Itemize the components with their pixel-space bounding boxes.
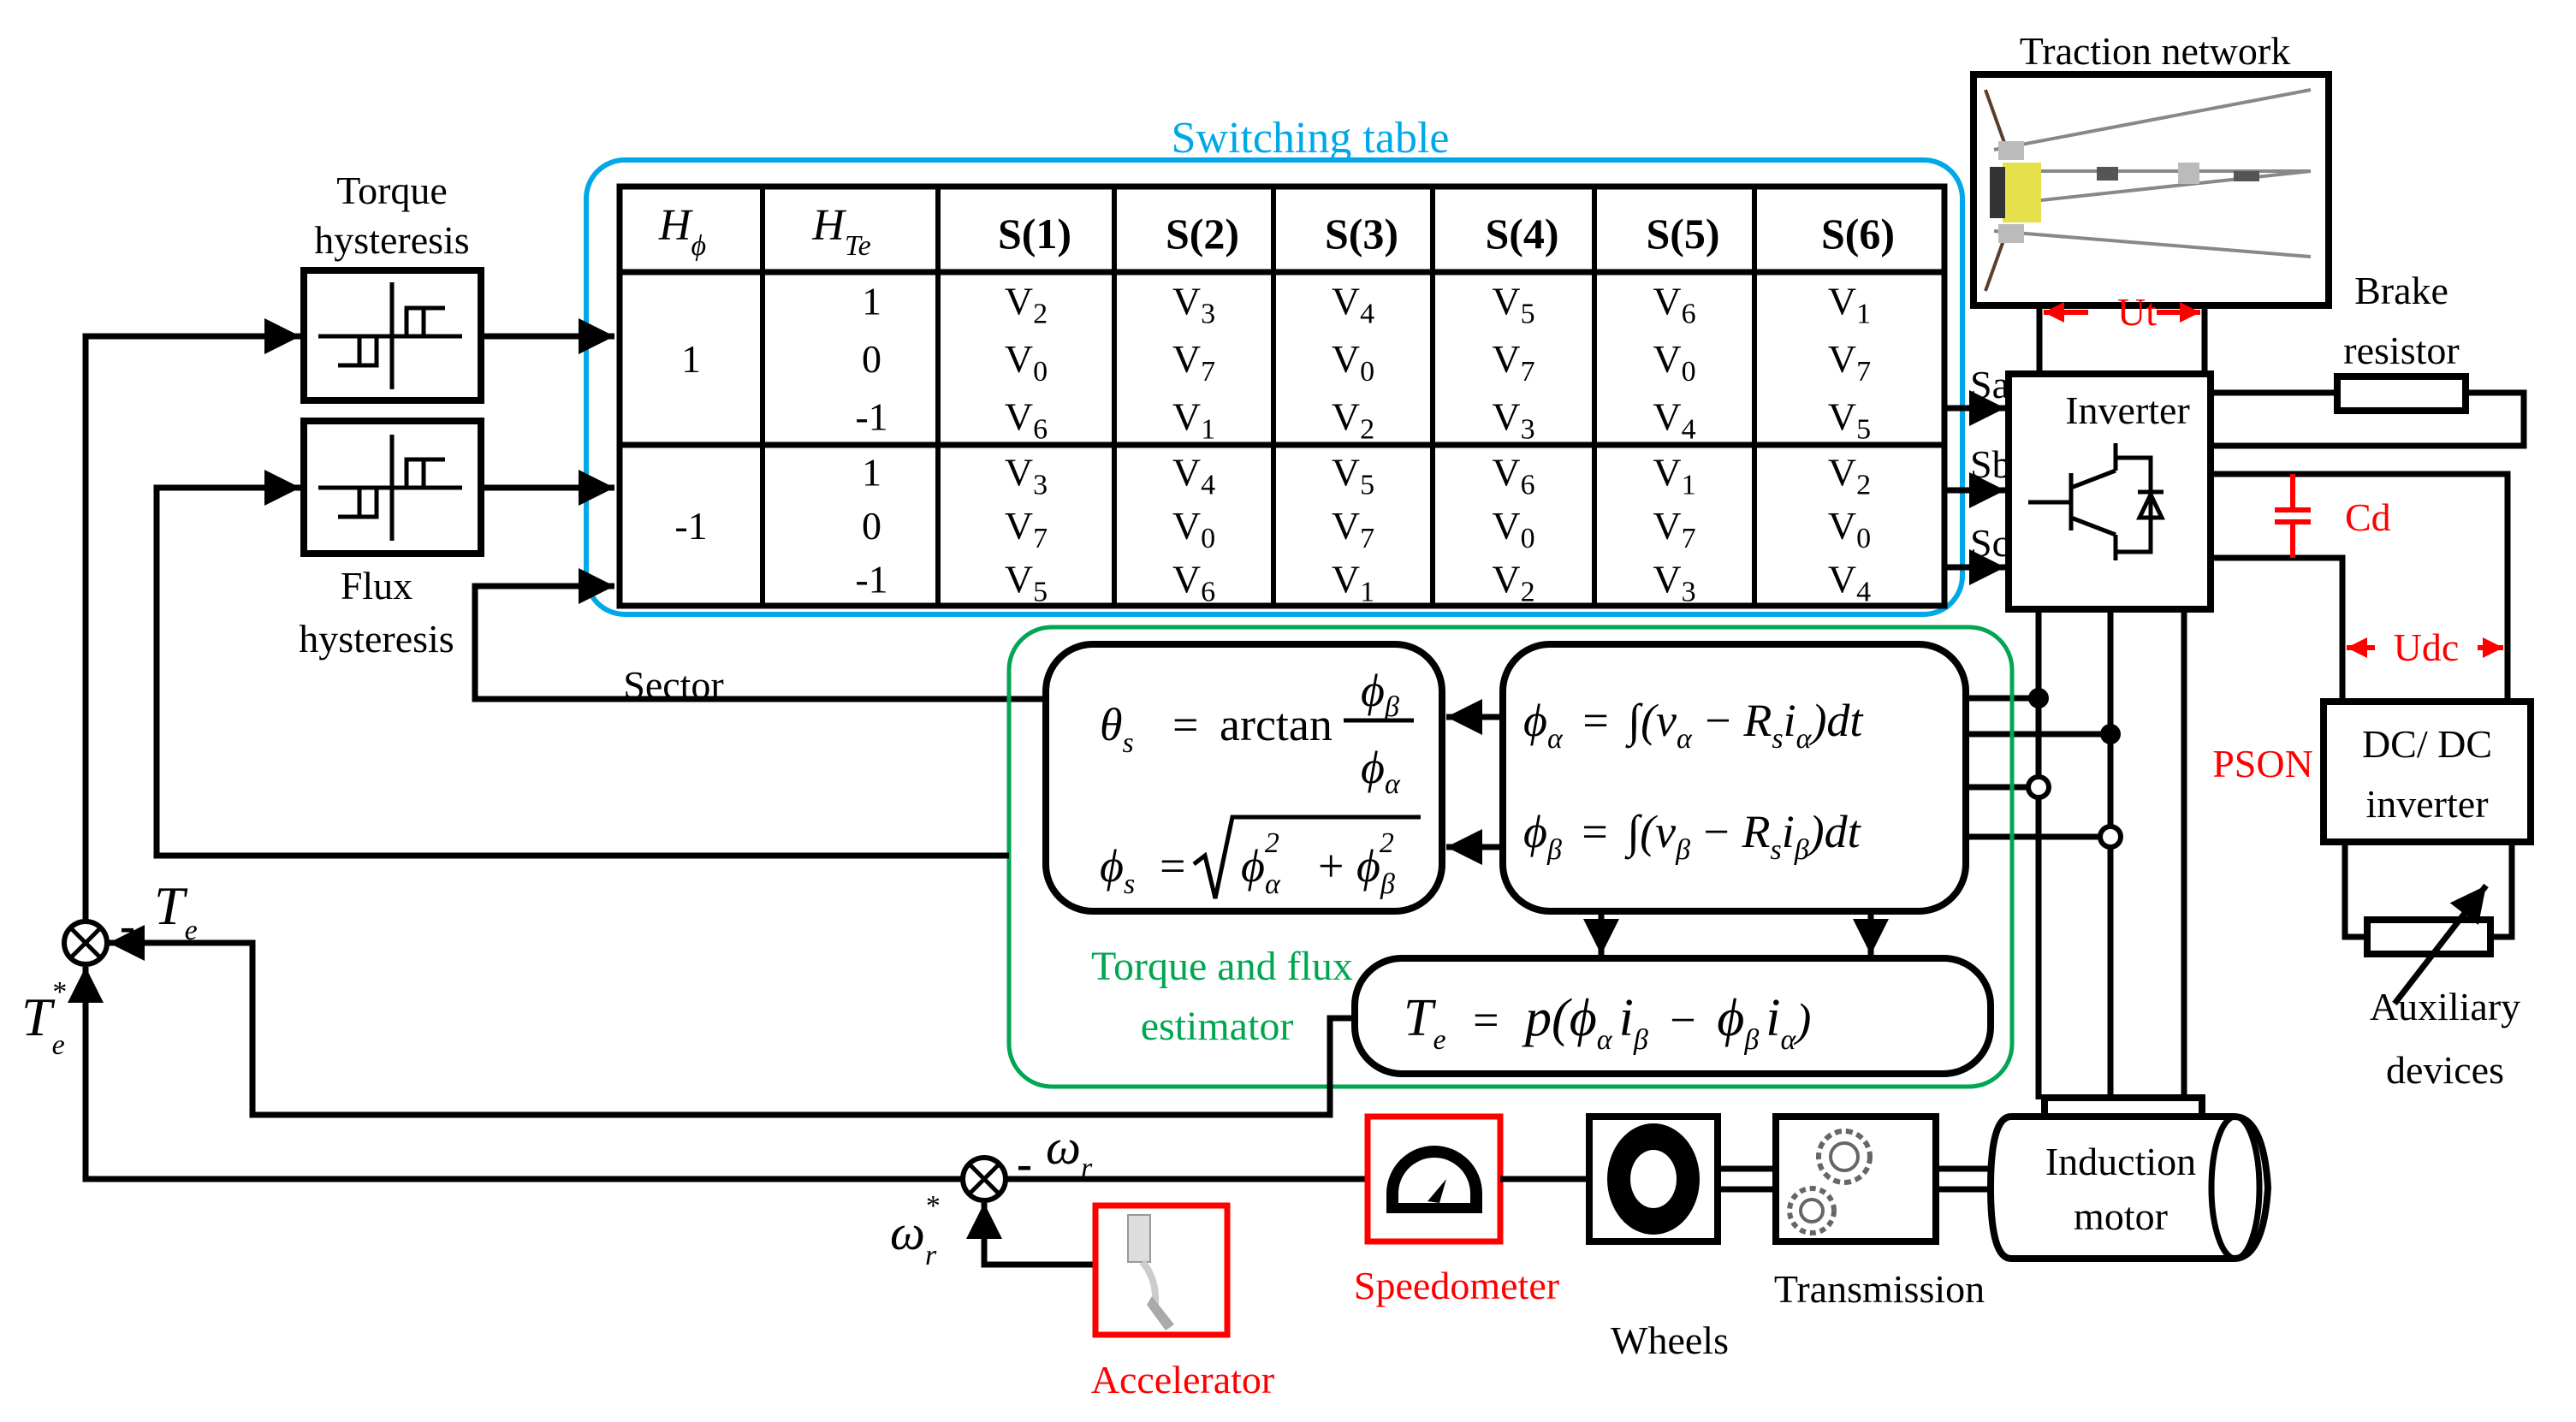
sc-label: Sc xyxy=(1970,521,2009,565)
theta-symbol: θ xyxy=(1100,699,1123,750)
flux-hysteresis-label-2: hysteresis xyxy=(299,617,454,661)
torque-feedback-sign: - xyxy=(120,900,135,951)
sa-label: Sa xyxy=(1970,363,2009,406)
h-te-value: -1 xyxy=(855,558,887,601)
phi-s-symbol: ϕ xyxy=(1100,840,1124,892)
capacitor-icon xyxy=(2275,474,2311,558)
inverter-block: Inverter xyxy=(2005,370,2214,613)
switching-signals: Sa Sb Sc xyxy=(1944,363,2012,585)
phi-a-sup: 2 xyxy=(1265,827,1279,859)
udc-label: Udc xyxy=(2394,625,2460,669)
accelerator-label: Accelerator xyxy=(1091,1358,1275,1401)
torque-hysteresis-label-1: Torque xyxy=(336,169,448,212)
dtc-block-diagram: Torque hysteresis Flux hysteresis Switch… xyxy=(21,29,2534,1401)
den-sub: α xyxy=(1385,768,1401,800)
speed-feedback-sign: - xyxy=(1017,1138,1032,1189)
phi-s-equals: = xyxy=(1160,840,1185,892)
phi-b-sub: β xyxy=(1380,868,1395,900)
switching-table: Hϕ HTe S(1) S(2) S(3) S(4) S(5) S(6)11 V2 V3 V4 V5 V… xyxy=(616,183,1948,609)
phi-b: ϕ xyxy=(1356,840,1380,892)
ut-label: Ut xyxy=(2117,290,2157,334)
arctan-text: arctan xyxy=(1220,699,1333,750)
torque-hysteresis-block: Torque hysteresis xyxy=(300,169,484,404)
brake-resistor-icon xyxy=(2334,373,2469,414)
num-sub: β xyxy=(1384,691,1399,723)
flux-integrator-box[interactable] xyxy=(1499,641,1969,915)
traction-network-box xyxy=(1970,71,2332,309)
header-sector-2: S(2) xyxy=(1166,210,1239,258)
header-sector-4: S(4) xyxy=(1485,210,1558,258)
auxiliary-label-1: Auxiliary xyxy=(2370,985,2520,1028)
auxiliary-label-2: devices xyxy=(2386,1048,2504,1092)
flux-hysteresis-label-1: Flux xyxy=(341,564,413,607)
phi-s-sub: s xyxy=(1124,868,1135,900)
header-sector-6: S(6) xyxy=(1821,210,1895,258)
phi-b-sup: 2 xyxy=(1380,827,1394,859)
speed-summing-junction xyxy=(960,1155,1008,1203)
pson-label: PSON xyxy=(2212,742,2313,785)
h-te-value: -1 xyxy=(855,394,887,438)
den-phi: ϕ xyxy=(1361,742,1385,793)
h-te-value: 0 xyxy=(862,337,881,381)
torque-hysteresis-label-2: hysteresis xyxy=(314,218,469,262)
phi-a: ϕ xyxy=(1241,840,1265,892)
h-te-value: 1 xyxy=(862,450,881,494)
inverter-label: Inverter xyxy=(2065,388,2190,432)
brake-resistor-label-2: resistor xyxy=(2343,329,2459,372)
dcdc-label-1: DC/ DC xyxy=(2362,722,2492,766)
plus-sign: + xyxy=(1318,840,1344,892)
sensing-taps xyxy=(1966,688,2123,850)
num-phi: ϕ xyxy=(1361,665,1385,716)
phi-a-sub: α xyxy=(1265,868,1281,900)
estimator-title-2: estimator xyxy=(1141,1004,1294,1049)
voltage-tap-dot xyxy=(2028,688,2049,708)
estimator-title-1: Torque and flux xyxy=(1091,944,1353,989)
flux-hysteresis-block: Flux hysteresis xyxy=(299,418,484,661)
current-tap-circle xyxy=(2098,824,2123,850)
h-phi-value: 1 xyxy=(681,337,701,381)
h-phi-value: -1 xyxy=(674,504,707,548)
sector-label: Sector xyxy=(623,663,724,707)
switching-table-title: Switching table xyxy=(1172,114,1450,163)
speedometer-label: Speedometer xyxy=(1354,1264,1559,1307)
auxiliary-load-resistor-icon xyxy=(2364,916,2494,957)
h-te-value: 1 xyxy=(862,280,881,323)
wheel-icon xyxy=(1607,1123,1700,1235)
theta-equals: = xyxy=(1172,699,1198,750)
omega-ref-label: ωr* xyxy=(890,1190,939,1271)
cd-label: Cd xyxy=(2345,495,2391,539)
transmission-label: Transmission xyxy=(1774,1267,1985,1311)
wheels-label: Wheels xyxy=(1611,1318,1729,1362)
induction-motor: Induction motor xyxy=(1986,1094,2272,1262)
current-tap-circle xyxy=(2026,774,2051,800)
torque-error-line xyxy=(82,318,300,920)
torque-summing-junction xyxy=(62,919,110,967)
te-feedback-label: Te xyxy=(154,875,198,946)
dc-link-negative-wire xyxy=(2211,554,2346,702)
traction-network-label: Traction network xyxy=(2020,29,2290,73)
header-sector-5: S(5) xyxy=(1646,210,1719,258)
header-sector-1: S(1) xyxy=(998,210,1071,258)
dcdc-label-2: inverter xyxy=(2365,782,2488,826)
motor-label-1: Induction xyxy=(2045,1140,2196,1183)
header-sector-3: S(3) xyxy=(1325,210,1398,258)
omega-feedback-label: ωr xyxy=(1046,1119,1093,1184)
torque-reference-line xyxy=(68,967,963,1182)
voltage-tap-dot xyxy=(2100,724,2121,744)
h-te-value: 0 xyxy=(862,504,881,548)
te-ref-label: Te* xyxy=(21,976,66,1061)
accelerator-signal-line xyxy=(966,1203,1095,1268)
brake-resistor-label-1: Brake xyxy=(2354,269,2448,312)
theta-sub: s xyxy=(1123,727,1134,759)
motor-label-2: motor xyxy=(2074,1194,2168,1238)
